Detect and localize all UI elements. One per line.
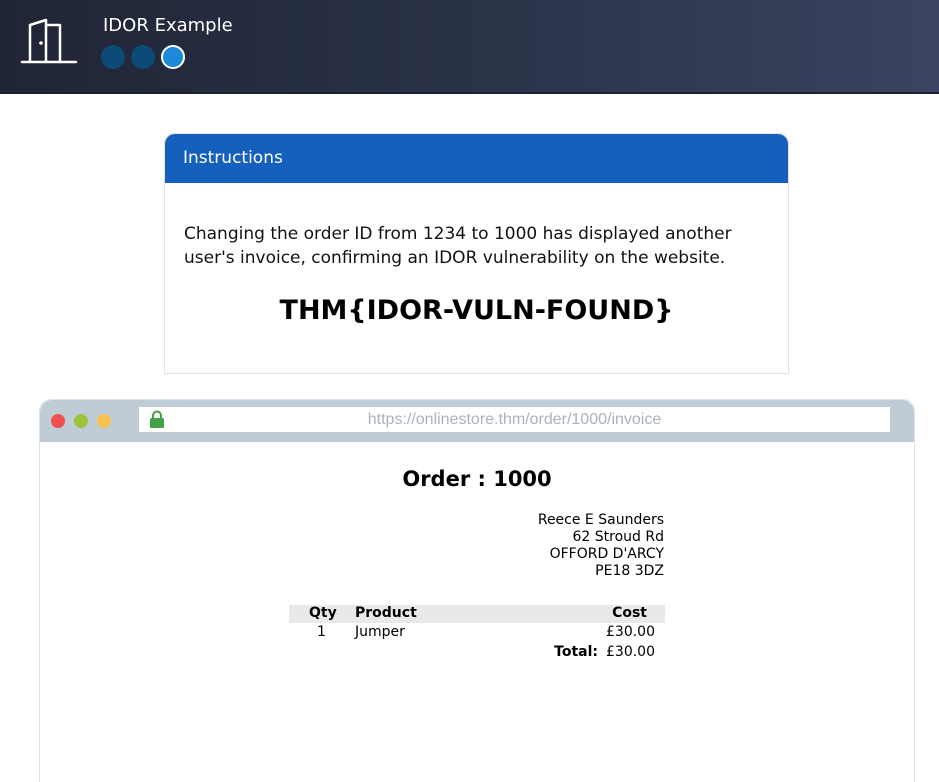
maximize-window-button[interactable] [97,414,111,428]
progress-dot-current[interactable] [161,45,185,69]
total-row: Total: £30.00 [289,644,665,664]
item-cost: £30.00 [606,624,655,640]
close-window-button[interactable] [51,414,65,428]
table-row: 1 Jumper £30.00 [289,624,665,644]
column-header-qty: Qty [309,605,337,621]
task-progress [101,45,185,69]
address-line: PE18 3DZ [595,563,664,579]
address-line: Reece E Saunders [537,512,664,528]
address-bar[interactable]: https://onlinestore.thm/order/1000/invoi… [139,407,890,432]
minimize-window-button[interactable] [74,414,88,428]
order-title: Order : 1000 [402,467,552,491]
progress-dot[interactable] [131,45,155,69]
item-qty: 1 [317,624,326,640]
progress-dot[interactable] [101,45,125,69]
item-product: Jumper [355,624,405,640]
invoice-table: Qty Product Cost 1 Jumper £30.00 Total: … [289,605,665,664]
total-value: £30.00 [606,644,655,660]
flag-text: THM{IDOR-VULN-FOUND} [279,295,674,326]
url-text[interactable]: https://onlinestore.thm/order/1000/invoi… [139,411,890,429]
browser-window: https://onlinestore.thm/order/1000/invoi… [39,399,915,782]
invoice-table-header: Qty Product Cost [289,605,665,623]
column-header-product: Product [355,605,417,621]
total-label: Total: [554,644,598,660]
instructions-heading: Instructions [165,134,788,183]
lock-icon [150,410,164,428]
room-title: IDOR Example [103,15,233,36]
instructions-panel: Instructions Changing the order ID from … [164,133,789,374]
address-line: OFFORD D'ARCY [549,546,664,562]
instructions-text: Changing the order ID from 1234 to 1000 … [184,224,732,268]
room-header: IDOR Example [0,0,939,94]
column-header-cost: Cost [612,605,647,621]
browser-toolbar: https://onlinestore.thm/order/1000/invoi… [40,400,914,442]
address-line: 62 Stroud Rd [572,529,664,545]
door-icon [20,18,78,64]
customer-address: Reece E Saunders 62 Stroud Rd OFFORD D'A… [538,512,664,580]
